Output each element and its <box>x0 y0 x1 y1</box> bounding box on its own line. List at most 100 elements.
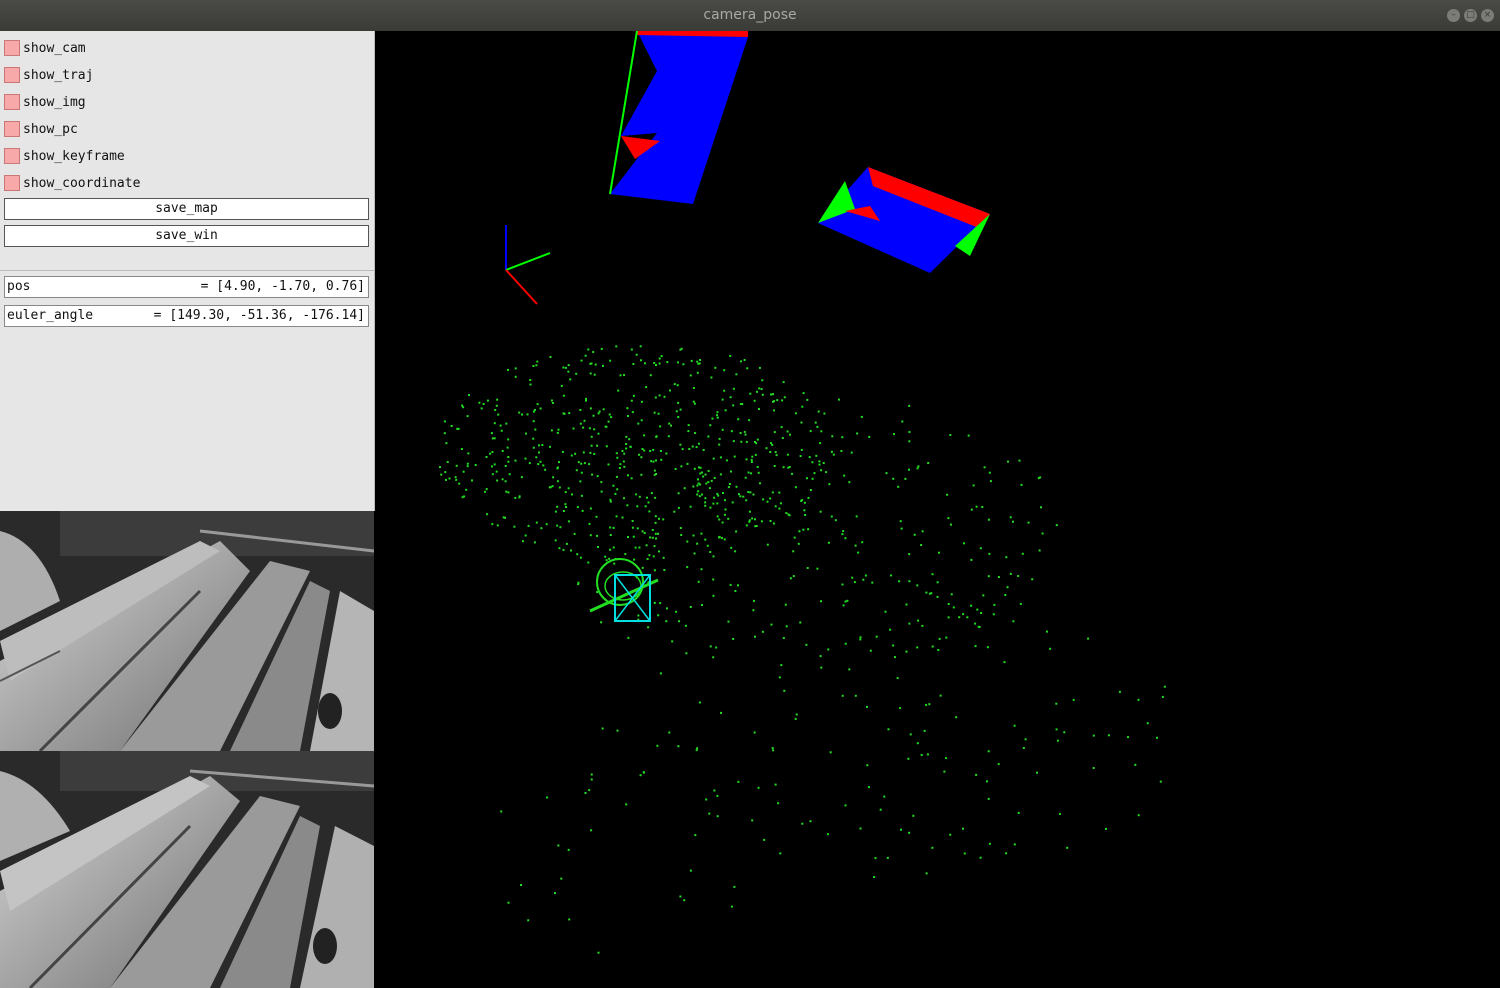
window-titlebar[interactable]: camera_pose – □ × <box>0 0 1500 32</box>
minimize-icon[interactable]: – <box>1447 9 1460 22</box>
map-point <box>757 786 760 789</box>
map-point <box>592 414 595 417</box>
map-point <box>904 477 907 480</box>
map-point <box>909 733 912 736</box>
pos-field[interactable]: pos = [4.90, -1.70, 0.76] <box>4 276 369 298</box>
map-point <box>588 427 591 430</box>
map-point <box>1092 767 1095 769</box>
map-point <box>908 431 911 433</box>
map-point <box>638 495 641 498</box>
map-point <box>950 523 952 526</box>
map-point <box>908 468 910 471</box>
checkbox-box[interactable] <box>4 121 20 137</box>
map-point <box>729 396 732 399</box>
3d-map-view[interactable] <box>375 31 1500 988</box>
map-point <box>496 479 499 482</box>
map-point <box>679 443 682 446</box>
map-point <box>943 770 946 773</box>
map-point <box>680 534 683 536</box>
map-point <box>827 541 830 544</box>
euler-angle-field[interactable]: euler_angle = [149.30, -51.36, -176.14] <box>4 305 369 327</box>
checkbox-show-img[interactable]: show_img <box>4 92 86 112</box>
map-point <box>655 459 657 462</box>
map-point <box>774 783 777 786</box>
map-point <box>751 455 754 458</box>
map-point <box>533 541 536 544</box>
map-point <box>608 413 611 416</box>
map-point <box>739 432 742 434</box>
checkbox-show-cam[interactable]: show_cam <box>4 38 86 58</box>
map-point <box>616 456 619 459</box>
checkbox-box[interactable] <box>4 67 20 83</box>
map-point <box>1012 620 1015 623</box>
map-point <box>690 359 693 362</box>
map-point <box>526 413 529 416</box>
checkbox-show-traj[interactable]: show_traj <box>4 65 93 85</box>
map-point <box>677 361 679 364</box>
map-point <box>949 434 952 436</box>
checkbox-box[interactable] <box>4 40 20 56</box>
map-point <box>653 601 656 604</box>
map-point <box>699 483 702 486</box>
map-point <box>558 547 561 550</box>
checkbox-label: show_img <box>23 94 86 110</box>
checkbox-box[interactable] <box>4 94 20 110</box>
map-point <box>623 374 625 377</box>
map-point <box>579 556 582 559</box>
map-point <box>482 403 485 405</box>
map-point <box>712 457 715 460</box>
map-point <box>612 526 615 529</box>
map-point <box>728 483 731 485</box>
map-point <box>709 424 712 427</box>
map-point <box>656 744 659 747</box>
map-point <box>1055 702 1058 705</box>
map-point <box>673 383 676 386</box>
map-point <box>746 367 749 370</box>
map-point <box>689 374 692 377</box>
map-point <box>928 592 931 595</box>
map-point <box>630 399 633 402</box>
close-icon[interactable]: × <box>1481 9 1494 22</box>
map-point <box>638 453 641 456</box>
map-point <box>997 763 1000 766</box>
map-point <box>556 431 559 434</box>
map-point <box>704 538 707 541</box>
map-point <box>626 407 629 410</box>
map-point <box>592 351 595 353</box>
map-point <box>1013 843 1016 846</box>
checkbox-box[interactable] <box>4 175 20 191</box>
map-point <box>461 496 464 499</box>
map-point <box>631 520 634 522</box>
map-point <box>897 485 900 488</box>
map-point <box>802 392 805 395</box>
checkbox-show-pc[interactable]: show_pc <box>4 119 78 139</box>
map-point <box>771 747 774 750</box>
map-point <box>692 485 695 488</box>
map-point <box>928 703 931 706</box>
map-point <box>562 548 565 551</box>
map-point <box>831 435 834 438</box>
save-map-button[interactable]: save_map <box>4 198 369 220</box>
save-win-button[interactable]: save_win <box>4 225 369 247</box>
map-point <box>879 808 882 811</box>
map-point <box>507 460 510 463</box>
map-point <box>946 493 949 496</box>
map-point <box>734 590 737 592</box>
map-point <box>669 389 671 392</box>
map-point <box>752 609 755 612</box>
map-point <box>885 472 888 475</box>
map-point <box>507 491 510 494</box>
map-point <box>711 417 714 420</box>
map-point <box>1134 763 1137 766</box>
map-point <box>663 395 666 398</box>
map-point <box>609 498 612 501</box>
map-point <box>605 425 608 428</box>
checkbox-show-coordinate[interactable]: show_coordinate <box>4 173 140 193</box>
pos-value: = [4.90, -1.70, 0.76] <box>200 279 365 294</box>
maximize-icon[interactable]: □ <box>1464 9 1477 22</box>
checkbox-show-keyframe[interactable]: show_keyframe <box>4 146 125 166</box>
map-point <box>1118 690 1121 693</box>
map-point <box>750 461 753 463</box>
map-point <box>573 532 576 535</box>
checkbox-box[interactable] <box>4 148 20 164</box>
